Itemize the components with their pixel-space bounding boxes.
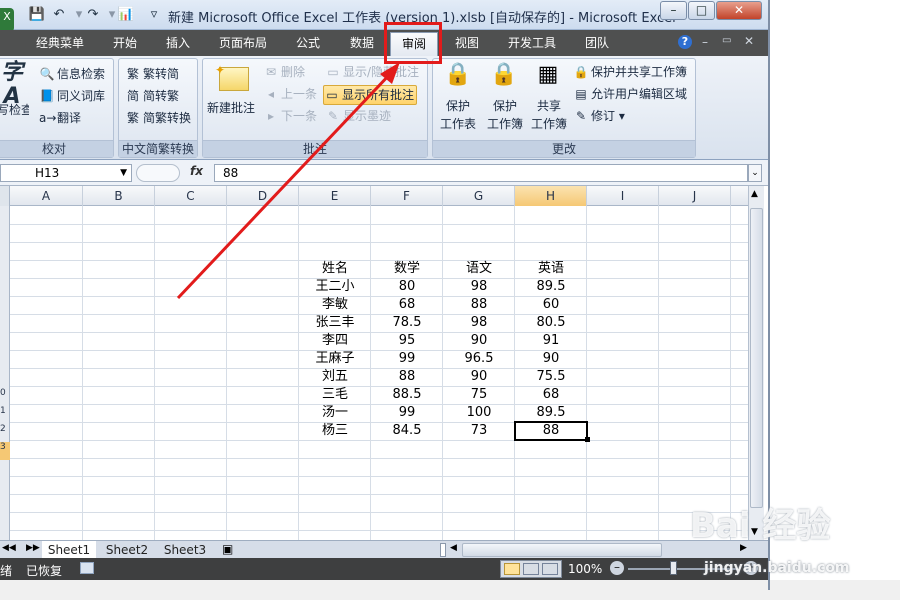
sheet-tab-3[interactable]: Sheet3 bbox=[158, 541, 212, 559]
zoom-out-icon[interactable]: – bbox=[610, 561, 624, 575]
tab-split-handle[interactable] bbox=[440, 543, 446, 557]
macro-record-icon[interactable] bbox=[80, 562, 94, 574]
vertical-scroll-thumb[interactable] bbox=[750, 208, 763, 508]
horizontal-scroll-thumb[interactable] bbox=[462, 543, 662, 557]
status-ready: 绪 bbox=[0, 564, 13, 578]
view-buttons bbox=[500, 560, 562, 578]
zoom-level[interactable]: 100% bbox=[568, 562, 602, 576]
page-break-view-icon[interactable] bbox=[542, 563, 558, 575]
arrow-line bbox=[176, 70, 394, 300]
zoom-slider-thumb[interactable] bbox=[670, 561, 677, 575]
scroll-up-icon[interactable]: ▲ bbox=[751, 189, 758, 199]
sheet-tab-1[interactable]: Sheet1 bbox=[42, 541, 96, 559]
sheet-tab-bar: ◀◀ ▶▶ Sheet1 Sheet2 Sheet3 ▣ ◀ ▶ bbox=[0, 540, 770, 559]
page-layout-view-icon[interactable] bbox=[523, 563, 539, 575]
scroll-left-icon[interactable]: ◀ bbox=[450, 543, 457, 553]
sheet-tab-2[interactable]: Sheet2 bbox=[100, 541, 154, 559]
desktop-bottom-strip bbox=[0, 580, 900, 600]
last-sheet-icon[interactable]: ▶▶ bbox=[26, 543, 40, 553]
normal-view-icon[interactable] bbox=[504, 563, 520, 575]
first-sheet-icon[interactable]: ◀◀ bbox=[2, 543, 16, 553]
insert-sheet-icon[interactable]: ▣ bbox=[222, 542, 233, 556]
baidu-watermark-logo: Bai 经验 bbox=[690, 506, 831, 546]
baidu-watermark-url: jingyan.baidu.com bbox=[704, 560, 850, 576]
vertical-scrollbar[interactable]: ▲ ▼ bbox=[748, 186, 764, 540]
status-bar: 绪 已恢复 100% – + bbox=[0, 558, 770, 580]
status-recovered: 已恢复 bbox=[26, 564, 63, 578]
